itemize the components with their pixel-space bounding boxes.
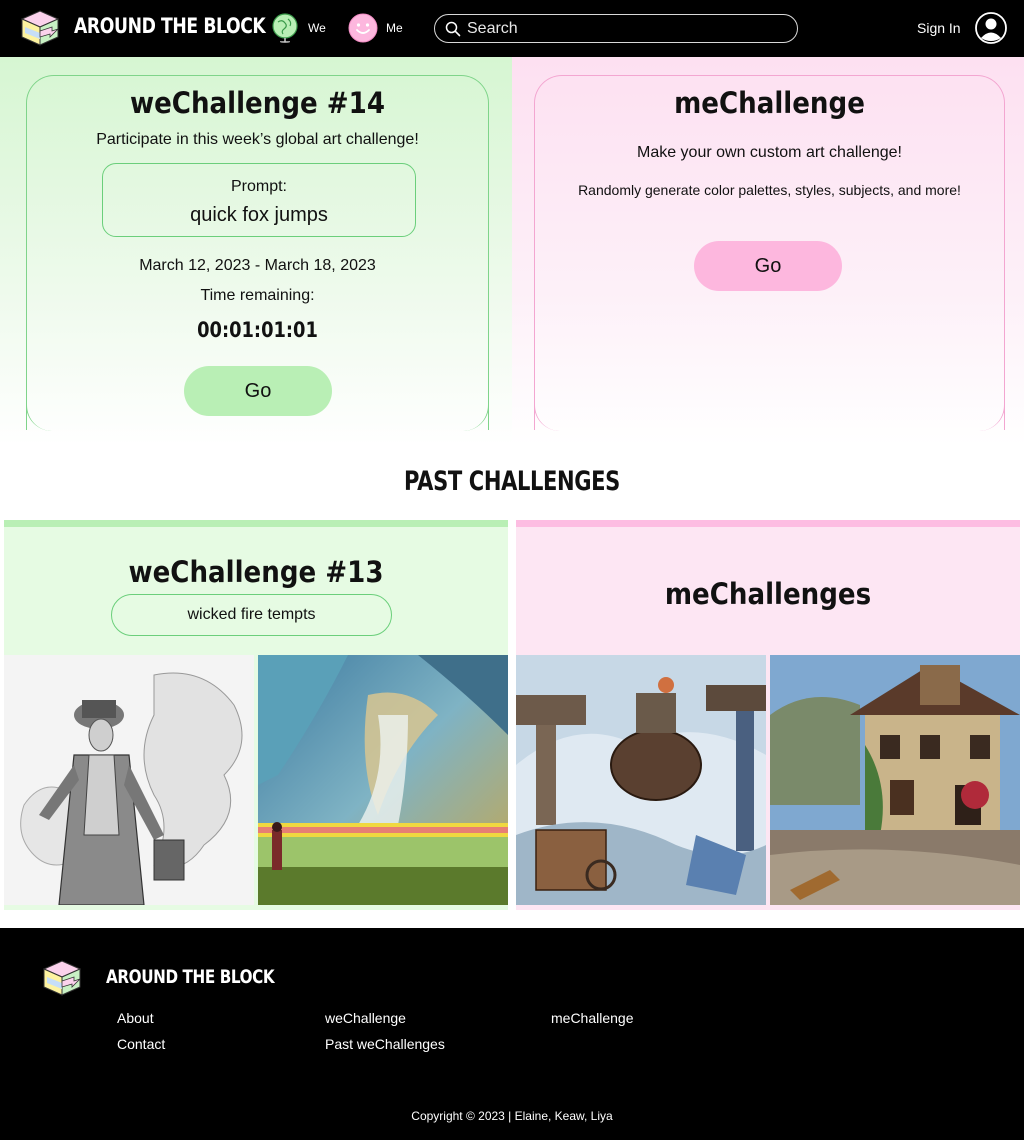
top-navbar: AROUND THE BLOCK We Me Sign In <box>0 0 1024 57</box>
steampunk-artwork-image <box>516 655 766 905</box>
footer: AROUND THE BLOCK About Contact weChallen… <box>0 928 1024 1140</box>
footer-link-past-wechallenges[interactable]: Past weChallenges <box>325 1036 445 1052</box>
footer-brand-name: AROUND THE BLOCK <box>106 966 275 988</box>
footer-link-contact[interactable]: Contact <box>117 1036 165 1052</box>
wechallenge-panel: weChallenge #14 Participate in this week… <box>0 57 512 445</box>
mechallenge-description: Randomly generate color palettes, styles… <box>578 182 961 198</box>
search-input[interactable] <box>467 17 787 40</box>
landscape-artwork-image <box>258 655 508 905</box>
past-mechallenges-title: meChallenges <box>664 577 872 611</box>
time-remaining-label: Time remaining: <box>200 287 315 304</box>
copyright-text: Copyright © 2023 | Elaine, Keaw, Liya <box>411 1109 613 1123</box>
nav-me[interactable]: Me <box>348 11 403 45</box>
past-wechallenge-title: weChallenge #13 <box>128 555 384 589</box>
village-artwork-image <box>770 655 1020 905</box>
mechallenge-card: meChallenge Make your own custom art cha… <box>534 75 1005 431</box>
logo-icon[interactable] <box>20 9 60 47</box>
footer-logo-icon[interactable] <box>42 959 82 997</box>
prompt-value: quick fox jumps <box>190 204 328 226</box>
nav-we-label: We <box>308 21 326 35</box>
artwork-thumbnail[interactable] <box>770 655 1020 905</box>
artwork-thumbnail[interactable] <box>258 655 508 905</box>
footer-link-wechallenge[interactable]: weChallenge <box>325 1010 406 1026</box>
globe-icon <box>272 13 298 43</box>
sign-in-link[interactable]: Sign In <box>917 20 961 36</box>
mechallenge-go-button[interactable]: Go <box>694 241 842 291</box>
user-avatar-icon[interactable] <box>975 12 1007 44</box>
prompt-box: Prompt: quick fox jumps <box>102 163 416 237</box>
brand-name[interactable]: AROUND THE BLOCK <box>74 14 266 38</box>
search-bar[interactable] <box>434 14 798 43</box>
wechallenge-card: weChallenge #14 Participate in this week… <box>26 75 489 431</box>
prompt-label: Prompt: <box>230 178 287 195</box>
mechallenge-panel: meChallenge Make your own custom art cha… <box>512 57 1024 445</box>
past-prompt-pill: wicked fire tempts <box>111 594 392 636</box>
nav-we[interactable]: We <box>270 11 326 45</box>
artwork-thumbnail[interactable] <box>516 655 766 905</box>
smiley-icon <box>348 13 378 43</box>
challenge-dates: March 12, 2023 - March 18, 2023 <box>139 257 376 274</box>
search-icon <box>445 21 461 37</box>
nav-me-label: Me <box>386 21 403 35</box>
countdown-timer: 00:01:01:01 <box>197 318 318 342</box>
wechallenge-go-button[interactable]: Go <box>184 366 332 416</box>
sketch-artwork-image <box>4 655 254 905</box>
mechallenge-title: meChallenge <box>674 86 865 120</box>
wechallenge-subtitle: Participate in this week’s global art ch… <box>96 131 419 148</box>
footer-link-about[interactable]: About <box>117 1010 154 1026</box>
footer-link-mechallenge[interactable]: meChallenge <box>551 1010 634 1026</box>
wechallenge-title: weChallenge #14 <box>129 86 386 120</box>
mechallenge-subtitle: Make your own custom art challenge! <box>636 144 902 161</box>
past-challenges-heading: PAST CHALLENGES <box>404 466 620 497</box>
artwork-thumbnail[interactable] <box>4 655 254 905</box>
